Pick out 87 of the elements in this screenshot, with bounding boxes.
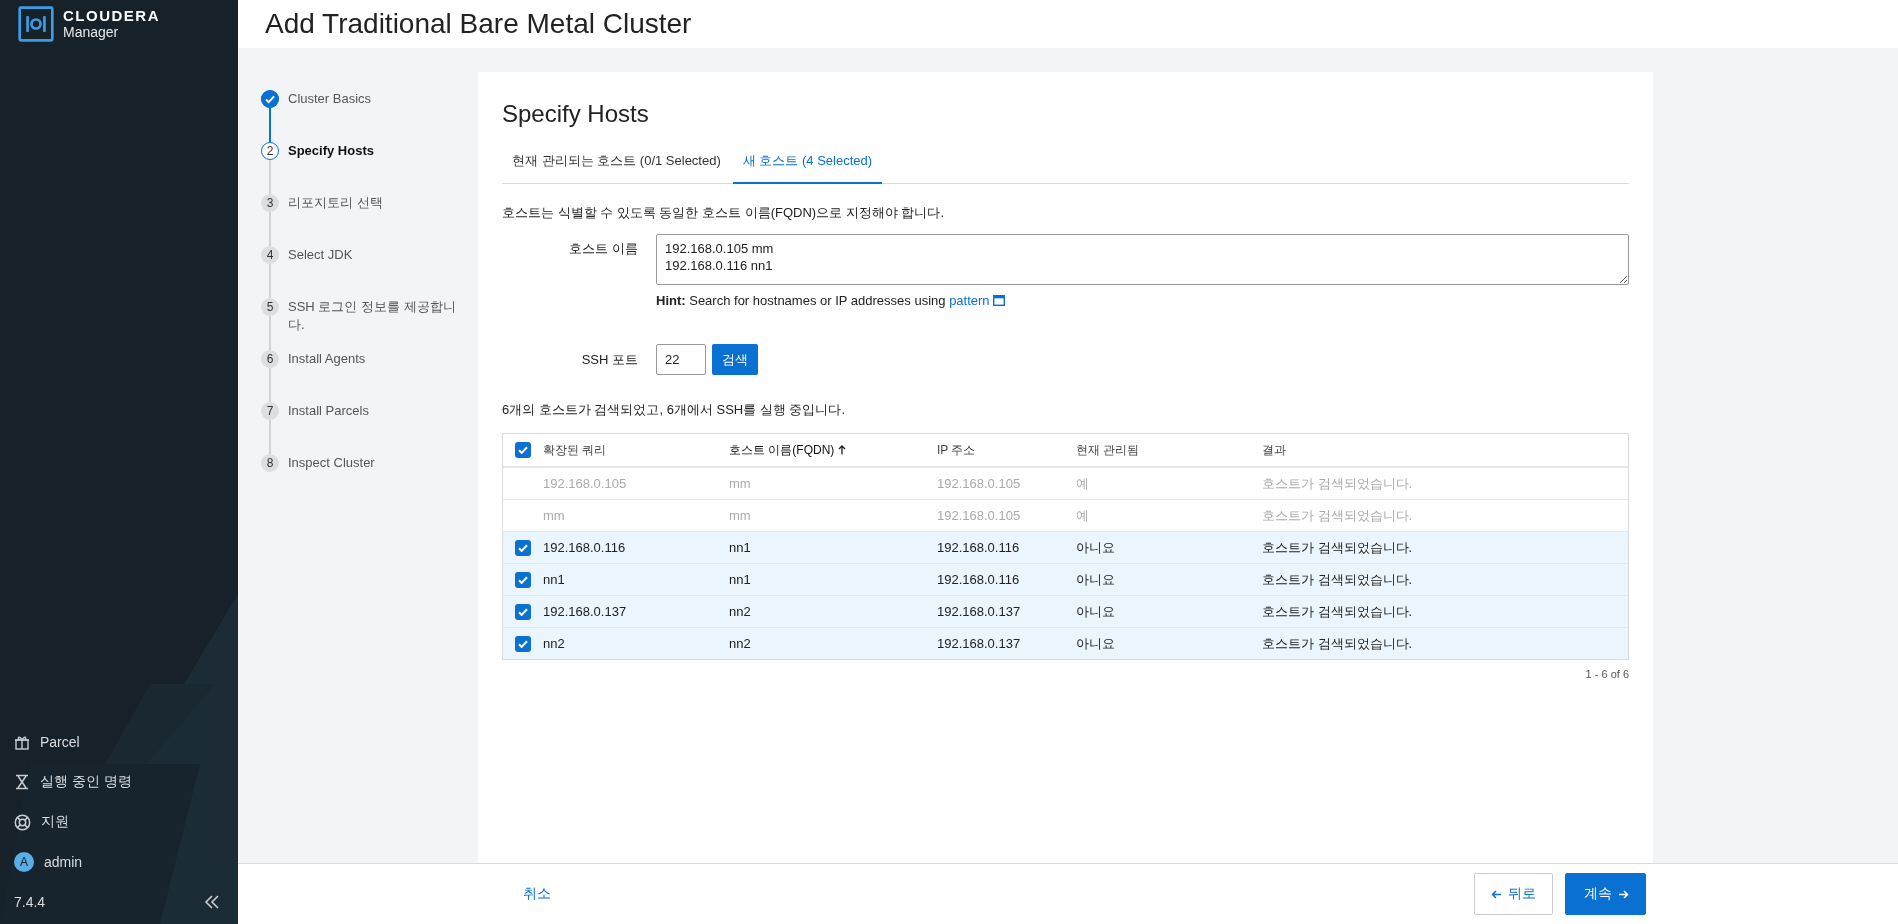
table-cell: nn2 [543, 636, 565, 651]
column-header: 현재 관리됨 [1076, 442, 1140, 457]
row-checkbox[interactable] [515, 603, 531, 620]
version-label: 7.4.4 [14, 894, 46, 910]
table-cell: nn2 [729, 636, 751, 651]
field-label: 호스트 이름 [568, 240, 638, 258]
step-number: 6 [261, 350, 279, 368]
step-number: 8 [261, 454, 279, 472]
table-cell: 예 [1076, 475, 1089, 491]
table-cell: 호스트가 검색되었습니다. [1262, 603, 1413, 619]
table-cell: nn1 [729, 572, 751, 587]
step-label: Install Parcels [288, 402, 370, 420]
row-checkbox[interactable] [515, 539, 531, 556]
table-cell: 192.168.0.137 [937, 636, 1021, 651]
table-cell: 192.168.0.105 [543, 476, 627, 491]
column-header: IP 주소 [937, 442, 976, 457]
row-checkbox[interactable] [515, 635, 531, 652]
table-cell: mm [729, 476, 751, 491]
hourglass-icon [14, 774, 30, 790]
tab[interactable]: 새 호스트 (4 Selected) [732, 142, 883, 184]
hint-text: Hint: Search for hostnames or IP addresses using pattern [656, 293, 1006, 308]
step-number: 2 [261, 142, 279, 160]
step-number: 3 [261, 194, 279, 212]
field-label: SSH 포트 [580, 350, 638, 369]
step-label: Cluster Basics [288, 90, 373, 108]
port-field[interactable]: 22 [656, 344, 706, 375]
table-cell: 아니요 [1076, 571, 1115, 587]
table-cell: 호스트가 검색되었습니다. [1262, 507, 1413, 523]
gift-icon [14, 734, 30, 750]
select-all-checkbox[interactable] [515, 442, 531, 458]
continue-button[interactable]: 계속 [1565, 873, 1646, 915]
right-arrow-icon [1618, 888, 1629, 900]
table-cell: 192.168.0.137 [937, 604, 1021, 619]
table-cell: mm [729, 508, 751, 523]
pagination-text: 1 - 6 of 6 [1585, 668, 1629, 680]
table-cell: 192.168.0.105 [937, 508, 1021, 523]
step-number: 4 [261, 246, 279, 264]
table-cell: 192.168.0.137 [543, 604, 627, 619]
pattern-link[interactable]: pattern [949, 293, 1006, 308]
search-button[interactable]: 검색 [712, 344, 758, 375]
logo-icon [18, 6, 54, 42]
table-cell: 호스트가 검색되었습니다. [1262, 475, 1413, 491]
tab[interactable]: 현재 관리되는 호스트 (0/1 Selected) [502, 142, 731, 184]
table-cell: 아니요 [1076, 635, 1115, 651]
column-header[interactable]: 호스트 이름(FQDN) [729, 442, 846, 457]
table-cell: 192.168.0.116 [937, 540, 1020, 555]
step-label: Install Agents [288, 350, 367, 368]
back-button[interactable]: 뒤로 [1474, 873, 1553, 915]
step-label: Select JDK [288, 246, 354, 264]
step-label: Specify Hosts [288, 142, 375, 160]
sidebar-item[interactable]: 실행 중인 명령 [0, 762, 146, 802]
page-title: Add Traditional Bare Metal Cluster [265, 8, 692, 40]
table-cell: 호스트가 검색되었습니다. [1262, 539, 1413, 555]
brand-name: CLOUDERA [63, 7, 160, 24]
left-arrow-icon [1491, 888, 1502, 900]
product-name: Manager [63, 24, 120, 41]
collapse-icon[interactable] [204, 894, 220, 910]
cancel-link[interactable]: 취소 [523, 885, 551, 903]
step-label: Inspect Cluster [288, 454, 376, 472]
window-icon [993, 295, 1006, 306]
step-label: 리포지토리 선택 [288, 194, 384, 212]
sidebar-item[interactable]: 지원 [0, 802, 83, 842]
table-cell: 호스트가 검색되었습니다. [1262, 571, 1413, 587]
table-cell: 192.168.0.105 [937, 476, 1021, 491]
table-cell: 아니요 [1076, 603, 1115, 619]
column-header: 확장된 쿼리 [543, 442, 607, 457]
table-cell: mm [543, 508, 565, 523]
table-cell: nn1 [543, 572, 565, 587]
table-cell: nn2 [729, 604, 751, 619]
table-cell: 192.168.0.116 [543, 540, 626, 555]
lifebuoy-icon [14, 813, 31, 831]
hostnames-field[interactable]: 192.168.0.105 mm 192.168.0.116 nn1 [656, 234, 1629, 285]
instruction-text: 호스트는 식별할 수 있도록 동일한 호스트 이름(FQDN)으로 지정해야 합니다. [502, 204, 944, 222]
sidebar-item[interactable]: Parcel [0, 722, 94, 762]
table-cell: 192.168.0.116 [937, 572, 1020, 587]
table-cell: 아니요 [1076, 539, 1115, 555]
section-title: Specify Hosts [502, 100, 649, 128]
step-number: 7 [261, 402, 279, 420]
result-summary: 6개의 호스트가 검색되었고, 6개에서 SSH를 실행 중입니다. [502, 401, 846, 419]
step-number: 5 [261, 298, 279, 316]
row-checkbox[interactable] [515, 571, 531, 588]
column-header: 결과 [1262, 442, 1286, 457]
table-cell: 호스트가 검색되었습니다. [1262, 635, 1413, 651]
sidebar-item[interactable]: A admin [0, 842, 97, 882]
table-cell: 예 [1076, 507, 1089, 523]
step-label: SSH 로그인 정보를 제공합니다. [288, 298, 457, 334]
table-cell: nn1 [729, 540, 751, 555]
